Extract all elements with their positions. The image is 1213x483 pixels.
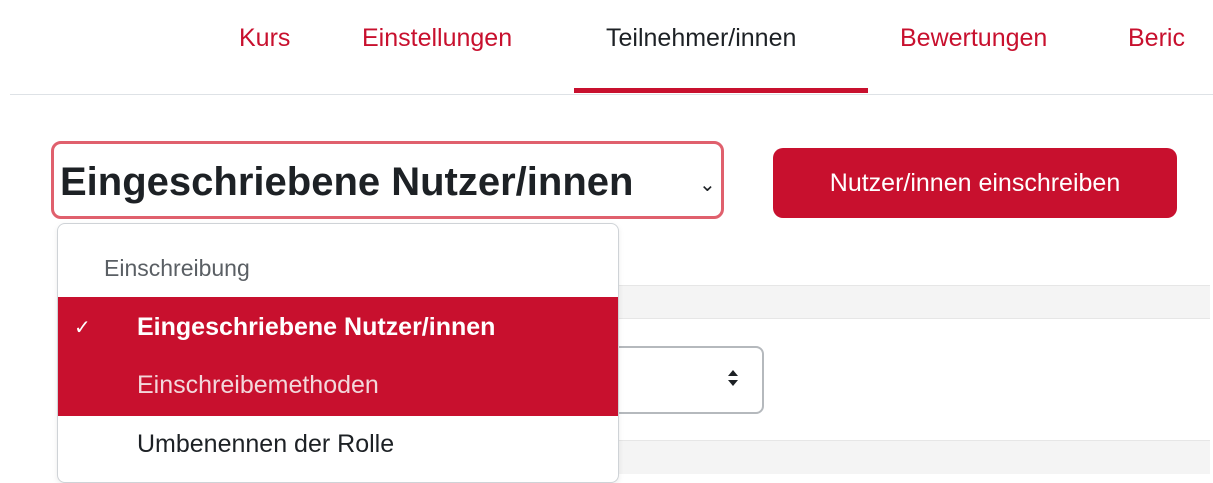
nav-divider bbox=[10, 94, 1213, 95]
nav-tab-bewertungen[interactable]: Bewertungen bbox=[900, 20, 1047, 56]
menu-item-enrolled-users[interactable]: ✓ Eingeschriebene Nutzer/innen bbox=[58, 297, 618, 355]
sort-arrows-icon bbox=[726, 368, 740, 393]
nav-tab-teilnehmer[interactable]: Teilnehmer/innen bbox=[606, 20, 796, 56]
menu-group-header: Einschreibung bbox=[104, 255, 250, 281]
active-tab-indicator bbox=[574, 88, 868, 93]
enrol-users-button[interactable]: Nutzer/innen einschreiben bbox=[773, 148, 1177, 218]
menu-item-rename-roles[interactable]: Umbenennen der Rolle bbox=[58, 416, 618, 476]
secondary-navigation: Kurs Einstellungen Teilnehmer/innen Bewe… bbox=[0, 0, 1213, 95]
menu-item-enrolment-methods[interactable]: Einschreibemethoden bbox=[58, 355, 618, 416]
background-table-row bbox=[560, 285, 1210, 319]
check-icon: ✓ bbox=[74, 317, 91, 339]
tertiary-dropdown-menu: Einschreibung ✓ Eingeschriebene Nutzer/i… bbox=[57, 223, 619, 483]
menu-item-label: Umbenennen der Rolle bbox=[137, 430, 395, 458]
tertiary-navigation-select[interactable]: Eingeschriebene Nutzer/innen ⌄ bbox=[51, 141, 724, 219]
nav-tab-kurs[interactable]: Kurs bbox=[239, 20, 290, 56]
nav-tab-berichte[interactable]: Beric bbox=[1128, 20, 1185, 56]
tertiary-select-label: Eingeschriebene Nutzer/innen bbox=[60, 160, 634, 204]
chevron-down-icon: ⌄ bbox=[699, 174, 716, 196]
menu-item-label: Einschreibemethoden bbox=[137, 371, 379, 399]
nav-tab-einstellungen[interactable]: Einstellungen bbox=[362, 20, 512, 56]
background-table-row bbox=[560, 440, 1210, 474]
menu-item-label: Eingeschriebene Nutzer/innen bbox=[137, 313, 496, 341]
